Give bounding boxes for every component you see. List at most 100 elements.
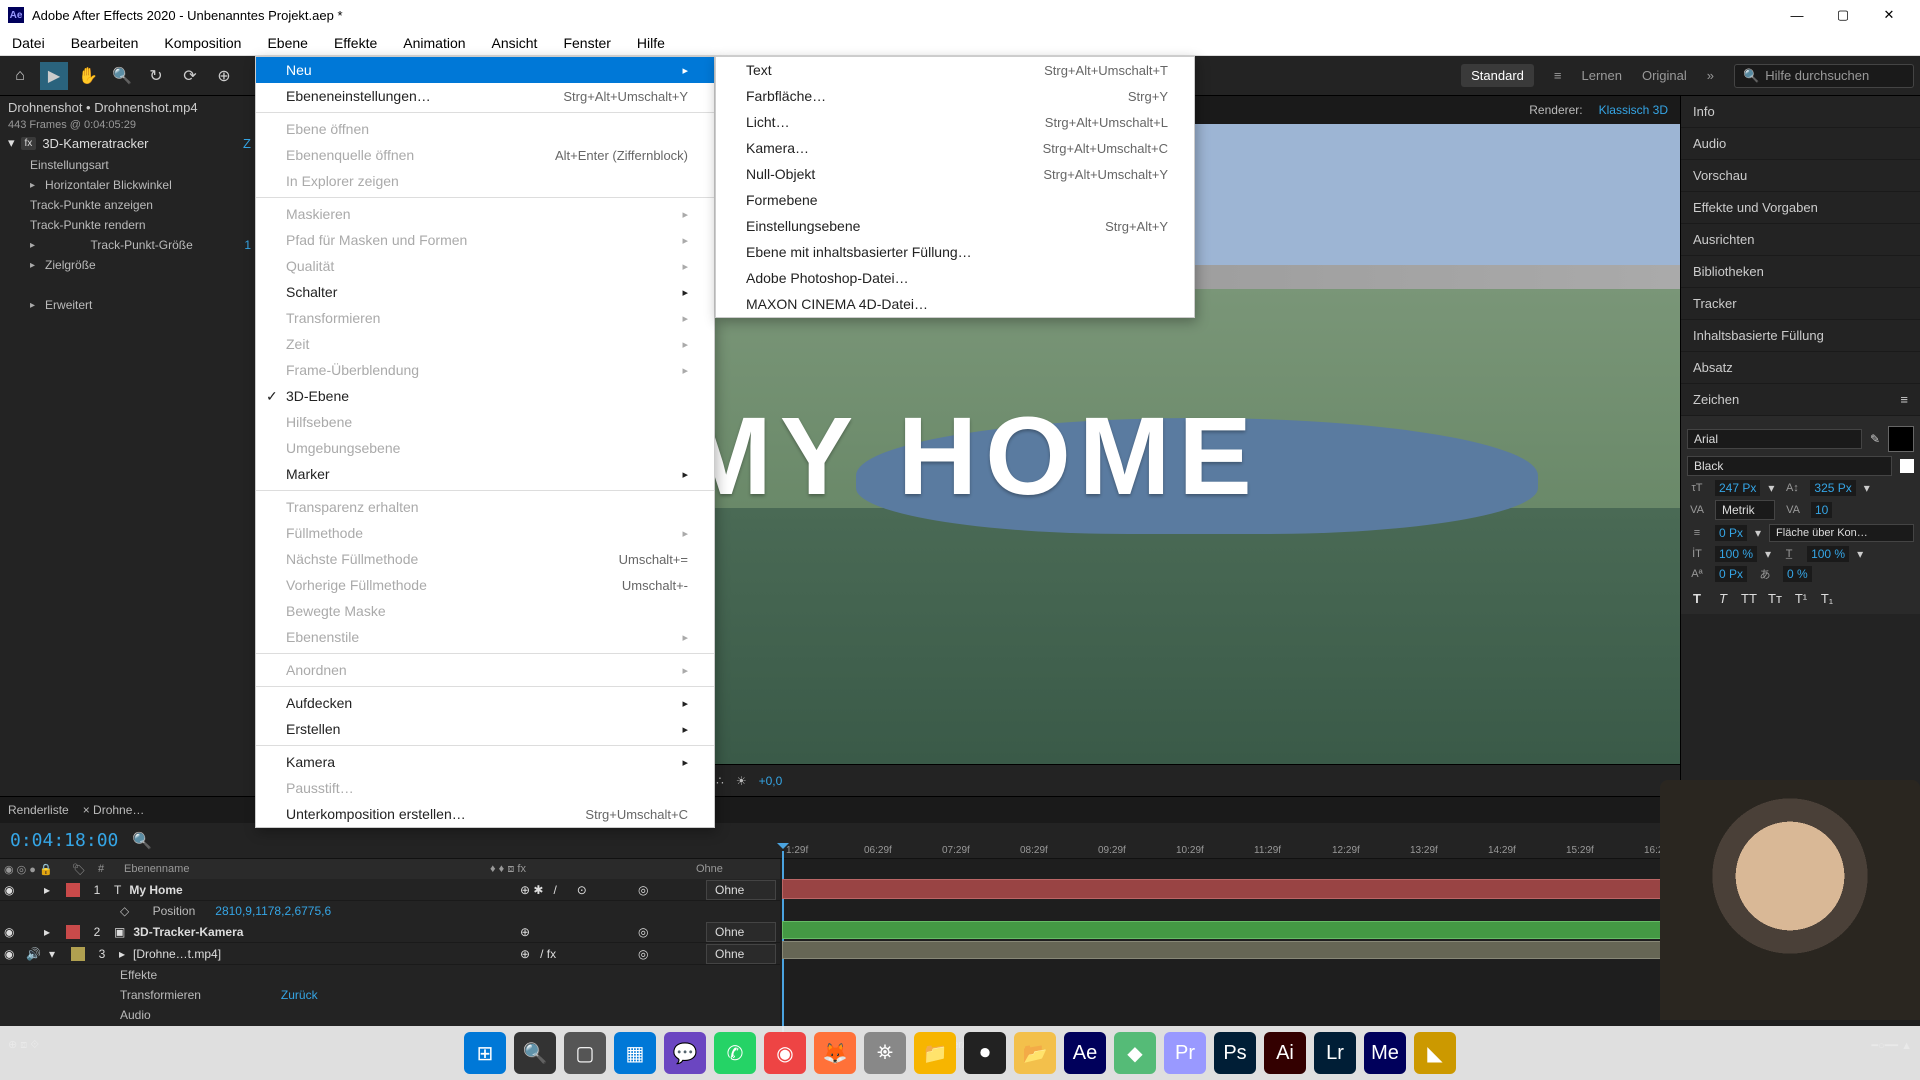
prop-trackpunkte-rendern[interactable]: Track-Punkte rendern [0, 215, 259, 235]
layer-name[interactable]: My Home [129, 883, 512, 897]
panel-menu-icon[interactable]: ≡ [1900, 392, 1908, 407]
taskbar-icon[interactable]: ✆ [714, 1032, 756, 1074]
prop-blickwinkel[interactable]: Horizontaler Blickwinkel [0, 175, 259, 195]
anchor-tool[interactable]: ⊕ [210, 62, 238, 90]
taskbar-icon[interactable]: ◣ [1414, 1032, 1456, 1074]
maximize-button[interactable]: ▢ [1820, 0, 1866, 30]
workspace-standard[interactable]: Standard [1461, 64, 1534, 87]
hand-tool[interactable]: ✋ [74, 62, 102, 90]
workspace-original[interactable]: Original [1642, 68, 1687, 83]
zoom-tool[interactable]: 🔍 [108, 62, 136, 90]
prop-einstellungsart[interactable]: Einstellungsart [0, 155, 259, 175]
tab-comp[interactable]: × Drohne… [83, 803, 145, 817]
workspace-lernen[interactable]: Lernen [1581, 68, 1621, 83]
taskbar-icon[interactable]: Ai [1264, 1032, 1306, 1074]
layer-row[interactable]: ◉ ▸ 1 T My Home ⊕ ✱ / ⊙ ◎ Ohne [0, 879, 780, 901]
menu-item[interactable]: Erstellen [256, 716, 714, 742]
panel-vorschau[interactable]: Vorschau [1681, 160, 1920, 192]
panel-audio[interactable]: Audio [1681, 128, 1920, 160]
menu-item[interactable]: 3D-Ebene [256, 383, 714, 409]
workspace-menu-icon[interactable]: ≡ [1554, 68, 1562, 83]
prop-erweitert[interactable]: Erweitert [0, 295, 259, 315]
panel-tracker[interactable]: Tracker [1681, 288, 1920, 320]
panel-bibliotheken[interactable]: Bibliotheken [1681, 256, 1920, 288]
menu-item[interactable]: Ebene mit inhaltsbasierter Füllung… [716, 239, 1194, 265]
font-family-dropdown[interactable]: Arial [1687, 429, 1862, 449]
menu-item[interactable]: Adobe Photoshop-Datei… [716, 265, 1194, 291]
minimize-button[interactable]: — [1774, 0, 1820, 30]
panel-ausrichten[interactable]: Ausrichten [1681, 224, 1920, 256]
effect-name[interactable]: 3D-Kameratracker [42, 136, 148, 151]
allcaps-button[interactable]: TT [1739, 588, 1759, 608]
menu-bearbeiten[interactable]: Bearbeiten [67, 33, 143, 53]
taskbar-icon[interactable]: Lr [1314, 1032, 1356, 1074]
menu-item[interactable]: Neu [256, 57, 714, 83]
rotate-tool[interactable]: ⟳ [176, 62, 204, 90]
panel-absatz[interactable]: Absatz [1681, 352, 1920, 384]
home-tool[interactable]: ⌂ [6, 62, 34, 90]
prop-trackpunkte-anzeigen[interactable]: Track-Punkte anzeigen [0, 195, 259, 215]
taskbar-icon[interactable]: ◆ [1114, 1032, 1156, 1074]
taskbar-icon[interactable]: 📁 [914, 1032, 956, 1074]
menu-item[interactable]: TextStrg+Alt+Umschalt+T [716, 57, 1194, 83]
exposure-icon[interactable]: ☀ [736, 774, 747, 788]
position-value[interactable]: 2810,9,1178,2,6775,6 [215, 904, 331, 918]
fill-color-swatch[interactable] [1888, 426, 1914, 452]
label-color[interactable] [66, 883, 80, 897]
taskbar-icon[interactable]: Me [1364, 1032, 1406, 1074]
molecule-icon[interactable]: ∴ [716, 774, 724, 788]
timeline-search-icon[interactable]: 🔍 [132, 831, 152, 851]
menu-item[interactable]: Formebene [716, 187, 1194, 213]
menu-datei[interactable]: Datei [8, 33, 49, 53]
taskbar-icon[interactable]: Ps [1214, 1032, 1256, 1074]
taskbar-icon[interactable]: ⛯ [864, 1032, 906, 1074]
subscript-button[interactable]: T₁ [1817, 588, 1837, 608]
taskbar-icon[interactable]: Pr [1164, 1032, 1206, 1074]
taskbar-icon[interactable]: ⊞ [464, 1032, 506, 1074]
taskbar-icon[interactable]: ▦ [614, 1032, 656, 1074]
panel-effekte[interactable]: Effekte und Vorgaben [1681, 192, 1920, 224]
menu-item[interactable]: Aufdecken [256, 690, 714, 716]
taskbar-icon[interactable]: ▢ [564, 1032, 606, 1074]
menu-ebene[interactable]: Ebene [263, 33, 311, 53]
visibility-icon[interactable]: ◉ [4, 883, 18, 897]
menu-hilfe[interactable]: Hilfe [633, 33, 669, 53]
prop-trackpunkt-groesse[interactable]: Track-Punkt-Größe [91, 238, 193, 252]
current-timecode[interactable]: 0:04:18:00 [10, 830, 118, 851]
menu-item[interactable]: Unterkomposition erstellen…Strg+Umschalt… [256, 801, 714, 827]
prop-position[interactable]: Position [153, 904, 196, 918]
italic-button[interactable]: T [1713, 588, 1733, 608]
kerning-value[interactable]: Metrik [1715, 500, 1775, 520]
orbit-tool[interactable]: ↻ [142, 62, 170, 90]
smallcaps-button[interactable]: Tᴛ [1765, 588, 1785, 608]
tracking-value[interactable]: 10 [1811, 502, 1832, 518]
taskbar-icon[interactable]: 🦊 [814, 1032, 856, 1074]
close-button[interactable]: ✕ [1866, 0, 1912, 30]
menu-item[interactable]: Ebeneneinstellungen…Strg+Alt+Umschalt+Y [256, 83, 714, 109]
menu-item[interactable]: MAXON CINEMA 4D-Datei… [716, 291, 1194, 317]
panel-fuellung[interactable]: Inhaltsbasierte Füllung [1681, 320, 1920, 352]
taskbar-icon[interactable]: 💬 [664, 1032, 706, 1074]
taskbar-icon[interactable]: 🔍 [514, 1032, 556, 1074]
menu-effekte[interactable]: Effekte [330, 33, 381, 53]
menu-item[interactable]: Marker [256, 461, 714, 487]
menu-item[interactable]: Schalter [256, 279, 714, 305]
font-style-dropdown[interactable]: Black [1687, 456, 1892, 476]
visibility-icon[interactable]: ◉ [4, 925, 18, 939]
font-size-value[interactable]: 247 Px [1715, 480, 1760, 496]
panel-info[interactable]: Info [1681, 96, 1920, 128]
help-search[interactable]: 🔍 Hilfe durchsuchen [1734, 64, 1914, 88]
renderer-value[interactable]: Klassisch 3D [1599, 103, 1668, 117]
taskbar-icon[interactable]: 📂 [1014, 1032, 1056, 1074]
taskbar-icon[interactable]: Ae [1064, 1032, 1106, 1074]
taskbar-icon[interactable]: ◉ [764, 1032, 806, 1074]
stroke-swatch[interactable] [1900, 459, 1914, 473]
bold-button[interactable]: T [1687, 588, 1707, 608]
menu-item[interactable]: Null-ObjektStrg+Alt+Umschalt+Y [716, 161, 1194, 187]
twirl-icon[interactable]: ▾ [8, 135, 15, 151]
eyedropper-icon[interactable]: ✎ [1870, 432, 1880, 446]
taskbar-icon[interactable]: ⏺ [964, 1032, 1006, 1074]
layer-row[interactable]: ◉ ▸ 2 ▣ 3D-Tracker-Kamera ⊕ ◎ Ohne [0, 921, 780, 943]
menu-komposition[interactable]: Komposition [160, 33, 245, 53]
menu-item[interactable]: Kamera [256, 749, 714, 775]
